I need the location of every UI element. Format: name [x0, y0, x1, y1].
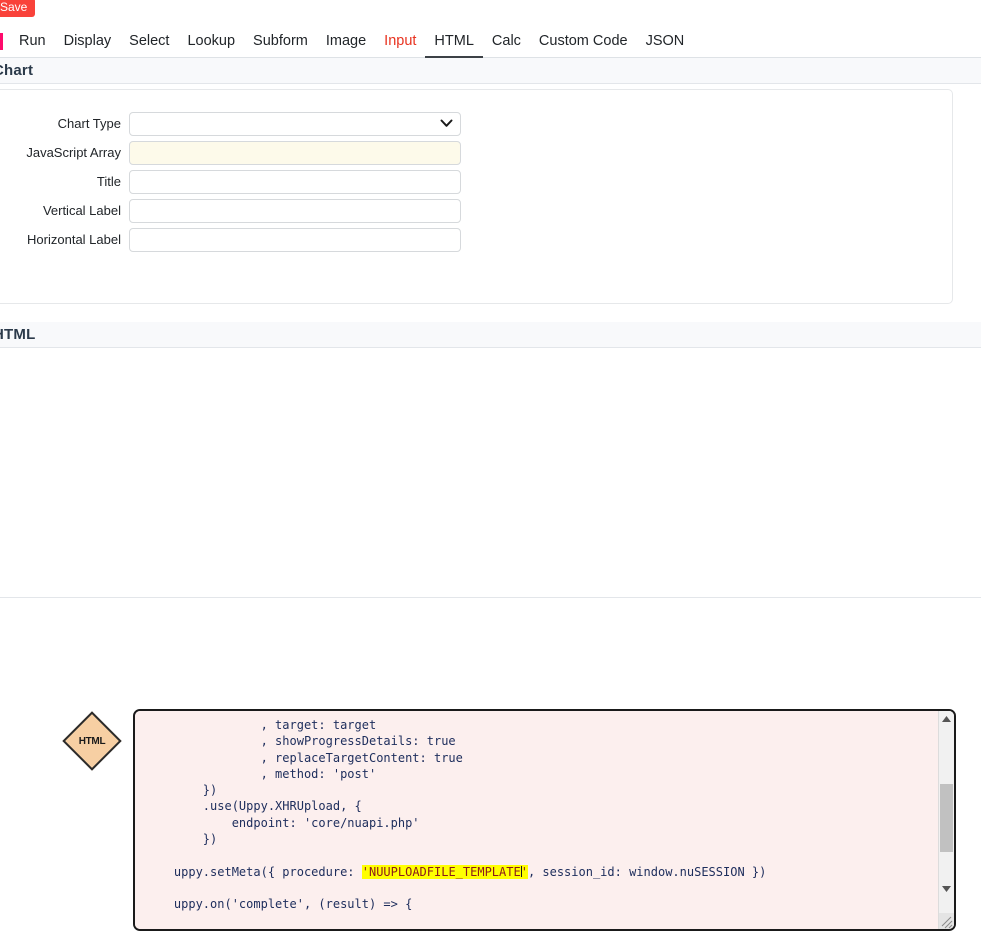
horizontal-label-input[interactable] [129, 228, 461, 252]
save-button[interactable]: Save [0, 0, 36, 17]
label-title: Title [96, 174, 121, 189]
form-row-horizontal-label: Horizontal Label [0, 228, 461, 252]
chart-panel: Chart Type JavaScript Array Title Vertic… [0, 89, 953, 304]
javascript-array-input[interactable] [129, 141, 461, 165]
bottom-divider [0, 597, 981, 598]
tab-subform[interactable]: Subform [244, 30, 317, 59]
tab-select[interactable]: Select [120, 30, 178, 59]
tab-calc[interactable]: Calc [483, 30, 530, 59]
html-diamond-icon [62, 711, 122, 771]
top-toolbar: Save [0, 0, 981, 22]
tab-overflow-indicator[interactable] [0, 33, 3, 50]
tab-lookup[interactable]: Lookup [178, 30, 244, 59]
tab-custom-code[interactable]: Custom Code [530, 30, 637, 59]
tab-image[interactable]: Image [317, 30, 375, 59]
tab-display[interactable]: Display [55, 30, 121, 59]
label-horizontal-label: Horizontal Label [27, 232, 121, 247]
form-row-title: Title [0, 170, 461, 194]
html-code-editor[interactable]: , target: target , showProgressDetails: … [133, 709, 956, 931]
scroll-down-arrow-icon[interactable] [939, 881, 954, 897]
chart-type-select-wrap [129, 112, 461, 136]
editor-scrollbar[interactable] [938, 711, 954, 929]
text-cursor [520, 865, 522, 877]
tab-list: Run Display Select Lookup Subform Image … [10, 30, 694, 59]
chart-type-select[interactable] [129, 112, 461, 136]
vertical-label-input[interactable] [129, 199, 461, 223]
tab-json[interactable]: JSON [637, 30, 694, 59]
tab-input[interactable]: Input [375, 30, 425, 59]
highlighted-selection: 'NUUPLOADFILE_TEMPLATE' [361, 864, 528, 879]
tab-run[interactable]: Run [10, 30, 55, 59]
title-input[interactable] [129, 170, 461, 194]
form-row-javascript-array: JavaScript Array [0, 141, 461, 165]
editor-resize-grip[interactable] [939, 913, 954, 929]
html-section-header: HTML [0, 322, 981, 348]
code-before: , target: target , showProgressDetails: … [173, 718, 463, 879]
label-vertical-label: Vertical Label [42, 203, 121, 218]
html-section-body: HTML , target: target , showProgressDeta… [0, 349, 981, 931]
tab-html[interactable]: HTML [425, 30, 483, 59]
form-row-chart-type: Chart Type [0, 112, 461, 136]
label-chart-type: Chart Type [57, 116, 121, 131]
label-javascript-array: JavaScript Array [26, 145, 121, 160]
form-row-vertical-label: Vertical Label [0, 199, 461, 223]
html-code-content[interactable]: , target: target , showProgressDetails: … [135, 711, 938, 929]
tab-bar: Run Display Select Lookup Subform Image … [0, 30, 981, 59]
chart-section-header: Chart [0, 58, 981, 84]
scroll-up-arrow-icon[interactable] [939, 711, 954, 727]
scrollbar-thumb[interactable] [940, 784, 953, 852]
html-section-title: HTML [0, 326, 36, 343]
chart-section-title: Chart [0, 62, 34, 79]
